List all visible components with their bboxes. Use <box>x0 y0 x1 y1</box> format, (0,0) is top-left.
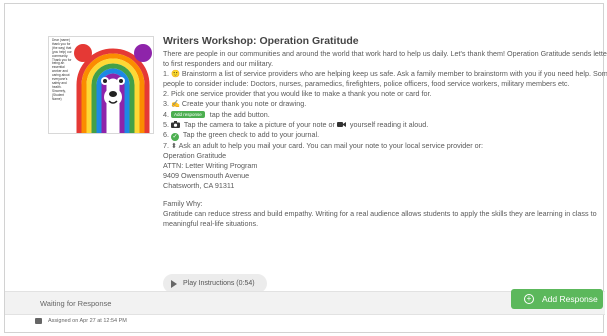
add-response-button[interactable]: + Add Response <box>511 289 603 309</box>
intro-line-1: There are people in our communities and … <box>163 49 607 58</box>
activity-thumbnail[interactable]: Dear (name) thank you for (the way) that… <box>48 36 154 134</box>
activity-title: Writers Workshop: Operation Gratitude <box>163 35 359 47</box>
activity-content: Writers Workshop: Operation Gratitude Th… <box>163 34 607 230</box>
step-4-number: 4. <box>163 109 169 119</box>
step-5: 5. Tap the camera to take a picture of y… <box>163 120 607 130</box>
family-why-line-2: meaningful real-life situations. <box>163 219 259 229</box>
step-4-text: tap the add button. <box>209 109 270 119</box>
calendar-icon <box>35 318 42 324</box>
step-4: 4. Add response tap the add button. <box>163 110 607 120</box>
address-line-2: ATTN: Letter Writing Program <box>163 160 258 170</box>
play-instructions-label: Play Instructions (0:54) <box>183 280 255 287</box>
step-1a: 1. 🙂 Brainstorm a list of service provid… <box>163 69 607 79</box>
intro-line-2: to first responders and our military. <box>163 59 274 69</box>
step-7: 7. ⬍ Ask an adult to help you mail your … <box>163 140 484 150</box>
step-6: 6. ✓ Tap the green check to add to your … <box>163 130 607 141</box>
step-5-number: 5. <box>163 119 169 129</box>
address-line-4: Chatsworth, CA 91311 <box>163 181 235 191</box>
plus-circle-icon: + <box>524 294 534 304</box>
step-6-number: 6. <box>163 129 169 139</box>
response-status-text: Waiting for Response <box>40 299 112 308</box>
family-why-heading: Family Why: <box>163 199 203 209</box>
activity-card-frame: Dear (name) thank you for (the way) that… <box>4 3 607 333</box>
address-line-1: Operation Gratitude <box>163 150 227 160</box>
step-5-text-b: yourself reading it aloud. <box>349 119 429 129</box>
step-1b: people to consider include: Doctors, nur… <box>163 79 570 89</box>
activity-card: Dear (name) thank you for (the way) that… <box>17 10 607 293</box>
add-response-label: Add Response <box>542 294 598 304</box>
rainbow-bear-icon <box>74 44 152 133</box>
add-response-chip: Add response <box>171 110 205 118</box>
step-2: 2. Pick one service provider that you wo… <box>163 89 432 99</box>
family-why-line-1: Gratitude can reduce stress and build em… <box>163 209 597 219</box>
play-icon <box>171 279 177 288</box>
assigned-date: Assigned on Apr 27 at 12:54 PM <box>48 318 127 324</box>
step-3: 3. ✍ Create your thank you note or drawi… <box>163 99 307 109</box>
step-5-text-a: Tap the camera to take a picture of your… <box>183 119 335 129</box>
green-check-icon: ✓ <box>171 132 179 141</box>
step-6-text: Tap the green check to add to your journ… <box>182 129 320 139</box>
address-line-3: 9409 Owensmouth Avenue <box>163 171 250 181</box>
camera-icon <box>171 120 180 128</box>
video-camera-icon <box>336 121 346 127</box>
assigned-info: Assigned on Apr 27 at 12:54 PM <box>35 318 127 324</box>
